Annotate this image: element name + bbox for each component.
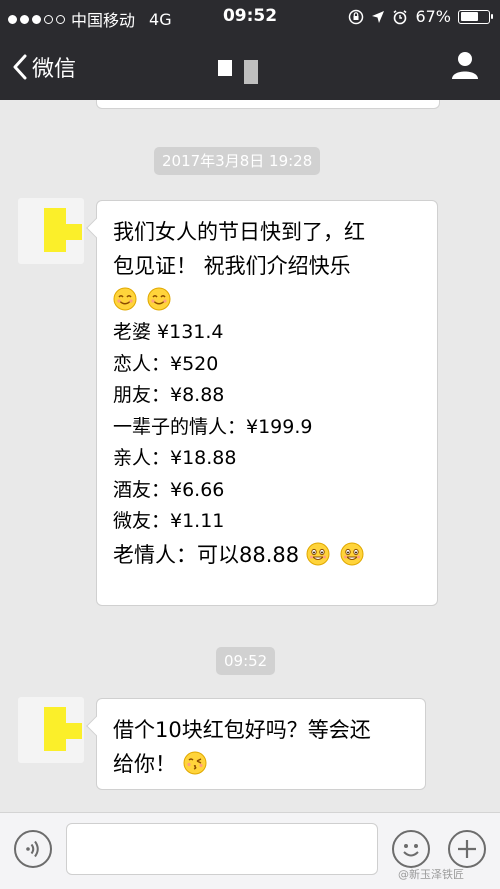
message-line: 朋友：¥8.88 <box>113 384 225 406</box>
more-button[interactable] <box>448 830 486 868</box>
message-line: 恋人：¥520 <box>113 352 219 375</box>
message-text: 老情人：可以88.88 <box>113 542 300 567</box>
message-line: 一辈子的情人：¥199.9 <box>113 415 313 438</box>
message-line: 我们女人的节日快到了，红 <box>113 220 365 244</box>
timestamp: 2017年3月8日 19:28 <box>154 147 321 175</box>
smile-emoji-icon <box>147 287 171 311</box>
emoji-row <box>113 283 421 317</box>
message-line: 包见证！ 祝我们介绍快乐 <box>113 254 351 278</box>
orientation-lock-icon <box>349 9 364 24</box>
voice-icon <box>26 840 39 858</box>
message-line: 微友：¥1.11 <box>113 510 225 532</box>
watermark: @新玉泽铁匠 <box>398 868 464 881</box>
message-text: 给你！ <box>113 752 176 776</box>
avatar[interactable] <box>18 697 84 763</box>
plus-icon <box>458 840 476 858</box>
avatar[interactable] <box>18 198 84 264</box>
smiley-face-icon <box>403 844 419 857</box>
grin-emoji-icon <box>306 542 330 565</box>
voice-button[interactable] <box>14 830 52 868</box>
smile-emoji-icon <box>113 287 137 311</box>
person-icon <box>452 52 478 79</box>
chat-title-redacted <box>218 60 258 84</box>
message-bubble[interactable]: 我们女人的节日快到了，红 包见证！ 祝我们介绍快乐 老婆 ¥131.4 恋人：¥… <box>96 200 438 606</box>
chat-info-button[interactable] <box>450 50 480 84</box>
battery-percent: 67% <box>415 7 451 26</box>
timestamp: 09:52 <box>216 647 276 675</box>
grin-emoji-icon <box>340 542 363 565</box>
back-label: 微信 <box>32 57 77 82</box>
chevron-left-icon <box>13 54 27 80</box>
message-line: 老婆 ¥131.4 <box>113 321 224 343</box>
battery-icon <box>458 9 493 24</box>
message-line: 借个10块红包好吗？等会还 <box>113 718 371 742</box>
message-line-last: 给你！ <box>113 747 409 781</box>
message-line-last: 老情人：可以88.88 <box>113 538 421 572</box>
alarm-icon <box>393 9 407 24</box>
kiss-emoji-icon <box>183 751 207 775</box>
emoji-button[interactable] <box>392 830 430 868</box>
message-input[interactable] <box>66 823 378 875</box>
back-button[interactable]: 微信 <box>12 51 76 83</box>
status-bar: 中国移动 4G 09:52 67% <box>0 0 500 34</box>
previous-message-bubble <box>96 100 440 109</box>
status-right: 67% <box>348 7 493 26</box>
location-icon <box>372 10 385 23</box>
nav-bar: 微信 <box>0 34 500 100</box>
message-line: 亲人：¥18.88 <box>113 447 237 469</box>
message-line: 酒友：¥6.66 <box>113 478 225 501</box>
message-bubble[interactable]: 借个10块红包好吗？等会还 给你！ <box>96 698 426 790</box>
